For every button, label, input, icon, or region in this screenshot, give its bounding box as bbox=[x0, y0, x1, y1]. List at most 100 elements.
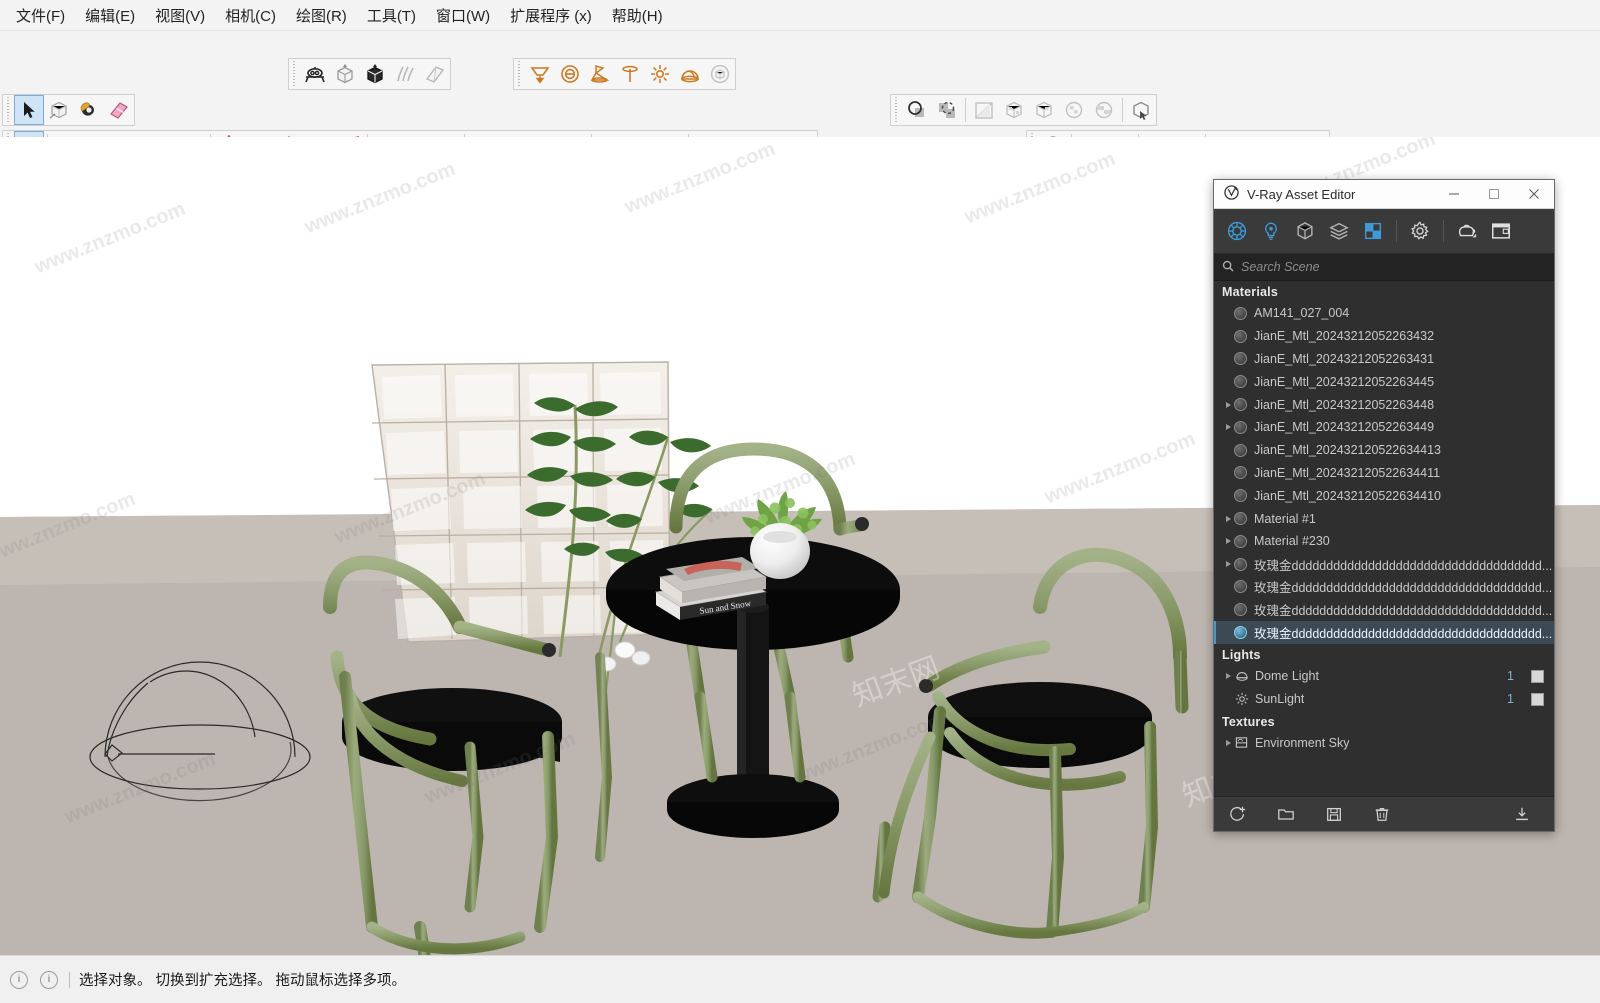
vray-render-object-icon[interactable] bbox=[300, 59, 330, 89]
tab-lights[interactable] bbox=[1254, 214, 1288, 248]
tab-geometry[interactable] bbox=[1288, 214, 1322, 248]
list-item[interactable]: Environment Sky bbox=[1214, 732, 1554, 755]
menu-extensions[interactable]: 扩展程序 (x) bbox=[500, 2, 602, 29]
select-arrow-icon[interactable] bbox=[14, 95, 44, 125]
minimize-icon[interactable] bbox=[1434, 180, 1474, 208]
menu-file[interactable]: 文件(F) bbox=[6, 2, 75, 29]
vray-plane-icon[interactable] bbox=[420, 59, 450, 89]
list-item[interactable]: 玫瑰金dddddddddddddddddddddddddddddddddddd.… bbox=[1214, 598, 1554, 621]
menu-edit[interactable]: 编辑(E) bbox=[75, 2, 145, 29]
close-icon[interactable] bbox=[1514, 180, 1554, 208]
maximize-icon[interactable] bbox=[1474, 180, 1514, 208]
vray-asset-editor-panel[interactable]: V-Ray Asset Editor Search Scene Material… bbox=[1213, 179, 1555, 832]
tab-separator bbox=[1396, 220, 1397, 242]
trim-icon[interactable] bbox=[1059, 95, 1089, 125]
open-folder-icon[interactable] bbox=[1262, 797, 1310, 831]
dome-light-icon[interactable] bbox=[675, 59, 705, 89]
search-scene-field[interactable]: Search Scene bbox=[1214, 254, 1554, 281]
omni-light-icon[interactable] bbox=[645, 59, 675, 89]
menu-camera[interactable]: 相机(C) bbox=[215, 2, 286, 29]
sphere-light-icon[interactable] bbox=[555, 59, 585, 89]
delete-icon[interactable] bbox=[1358, 797, 1406, 831]
asset-list[interactable]: ‹ Materials AM141_027_004 JianE_Mtl_2024… bbox=[1214, 281, 1554, 796]
paint-bucket-icon[interactable] bbox=[74, 95, 104, 125]
tab-textures[interactable] bbox=[1356, 214, 1390, 248]
rect-light-icon[interactable] bbox=[525, 59, 555, 89]
expand-arrow-icon[interactable] bbox=[1222, 424, 1234, 430]
expand-arrow-icon[interactable] bbox=[1222, 516, 1234, 522]
outer-shell-icon[interactable] bbox=[902, 95, 932, 125]
toolbar-grip[interactable] bbox=[893, 97, 900, 123]
toolbar-grip[interactable] bbox=[291, 61, 298, 87]
material-name: JianE_Mtl_20243212052263431 bbox=[1254, 351, 1435, 366]
list-item[interactable]: 玫瑰金dddddddddddddddddddddddddddddddddddd.… bbox=[1214, 553, 1554, 576]
tab-settings[interactable] bbox=[1403, 214, 1437, 248]
list-item[interactable]: JianE_Mtl_202432120522634411 bbox=[1214, 462, 1554, 485]
tab-render[interactable] bbox=[1450, 214, 1484, 248]
list-item[interactable]: JianE_Mtl_202432120522634410 bbox=[1214, 484, 1554, 507]
expand-arrow-icon[interactable] bbox=[1222, 740, 1234, 746]
add-asset-icon[interactable] bbox=[1214, 797, 1262, 831]
tab-frame-buffer[interactable] bbox=[1484, 214, 1518, 248]
list-item[interactable]: JianE_Mtl_20243212052263448 bbox=[1214, 393, 1554, 416]
principal-toolbar bbox=[2, 94, 135, 126]
list-item[interactable]: Dome Light 1 bbox=[1214, 665, 1554, 688]
trim2-icon[interactable] bbox=[1089, 95, 1119, 125]
material-swatch bbox=[1234, 626, 1247, 640]
list-item[interactable]: SunLight 1 bbox=[1214, 688, 1554, 711]
list-item[interactable]: JianE_Mtl_202432120522634413 bbox=[1214, 439, 1554, 462]
material-swatch bbox=[1234, 557, 1247, 571]
menu-window[interactable]: 窗口(W) bbox=[426, 2, 500, 29]
save-icon[interactable] bbox=[1310, 797, 1358, 831]
eraser-icon[interactable] bbox=[104, 95, 134, 125]
light-enable-checkbox[interactable] bbox=[1531, 669, 1544, 683]
search-icon bbox=[1222, 260, 1234, 275]
expand-arrow-icon[interactable] bbox=[1222, 402, 1234, 408]
union-icon[interactable] bbox=[999, 95, 1029, 125]
asset-editor-titlebar[interactable]: V-Ray Asset Editor bbox=[1214, 180, 1554, 209]
toolbar-grip[interactable] bbox=[5, 97, 12, 123]
material-name: JianE_Mtl_202432120522634413 bbox=[1254, 443, 1441, 458]
expand-arrow-icon[interactable] bbox=[1222, 538, 1234, 544]
expand-arrow-icon[interactable] bbox=[1222, 673, 1234, 679]
vray-logo-icon bbox=[1224, 185, 1239, 203]
menu-tools[interactable]: 工具(T) bbox=[357, 2, 426, 29]
tab-render-elements[interactable] bbox=[1322, 214, 1356, 248]
import-export-icon[interactable] bbox=[1498, 797, 1546, 831]
list-item[interactable]: AM141_027_004 bbox=[1214, 302, 1554, 325]
list-item[interactable]: JianE_Mtl_20243212052263445 bbox=[1214, 370, 1554, 393]
vray-clipper-icon[interactable] bbox=[390, 59, 420, 89]
menu-draw[interactable]: 绘图(R) bbox=[286, 2, 357, 29]
menu-help[interactable]: 帮助(H) bbox=[602, 2, 673, 29]
material-swatch bbox=[1234, 534, 1247, 548]
lasso-select-icon[interactable] bbox=[44, 95, 74, 125]
list-item[interactable]: JianE_Mtl_20243212052263432 bbox=[1214, 325, 1554, 348]
info-circle-icon[interactable]: i bbox=[40, 970, 58, 989]
split-icon[interactable] bbox=[969, 95, 999, 125]
list-item[interactable]: Material #230 bbox=[1214, 530, 1554, 553]
ies-light-icon[interactable] bbox=[615, 59, 645, 89]
material-name: JianE_Mtl_20243212052263445 bbox=[1254, 374, 1435, 389]
list-item[interactable]: 玫瑰金dddddddddddddddddddddddddddddddddddd.… bbox=[1214, 576, 1554, 599]
material-swatch bbox=[1234, 603, 1247, 617]
toolbar-separator bbox=[965, 98, 966, 122]
menu-view[interactable]: 视图(V) bbox=[145, 2, 215, 29]
list-item-selected[interactable]: 玫瑰金dddddddddddddddddddddddddddddddddddd.… bbox=[1214, 621, 1554, 644]
list-item[interactable]: Material #1 bbox=[1214, 507, 1554, 530]
material-swatch bbox=[1234, 398, 1247, 412]
spot-light-icon[interactable] bbox=[585, 59, 615, 89]
intersect-icon[interactable] bbox=[932, 95, 962, 125]
subtract-icon[interactable] bbox=[1029, 95, 1059, 125]
light-enable-checkbox[interactable] bbox=[1531, 692, 1544, 706]
solid-select-icon[interactable] bbox=[1126, 95, 1156, 125]
toolbar-grip[interactable] bbox=[516, 61, 523, 87]
vray-fur-icon[interactable] bbox=[360, 59, 390, 89]
mesh-light-icon[interactable] bbox=[705, 59, 735, 89]
info-icon[interactable]: i bbox=[10, 970, 28, 989]
tab-materials[interactable] bbox=[1220, 214, 1254, 248]
vray-proxy-icon[interactable] bbox=[330, 59, 360, 89]
expand-arrow-icon[interactable] bbox=[1222, 561, 1234, 567]
list-item[interactable]: JianE_Mtl_20243212052263431 bbox=[1214, 348, 1554, 371]
list-item[interactable]: JianE_Mtl_20243212052263449 bbox=[1214, 416, 1554, 439]
material-name: JianE_Mtl_20243212052263449 bbox=[1254, 420, 1435, 435]
